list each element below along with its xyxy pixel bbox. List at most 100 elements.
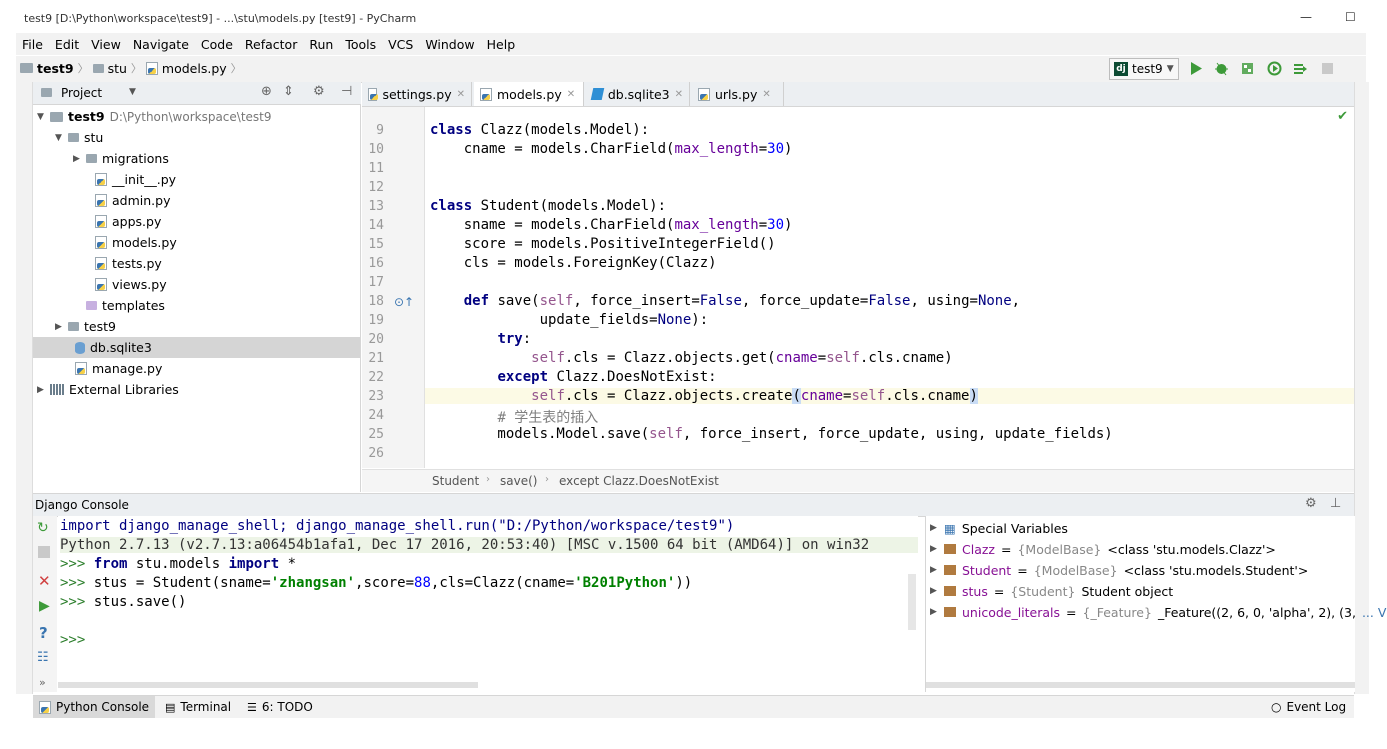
menu-view[interactable]: View [89, 37, 123, 52]
hide-panel-icon[interactable]: ⊣ [341, 84, 352, 99]
vertical-scrollbar[interactable] [908, 574, 916, 630]
tab-urls[interactable]: urls.py ✕ [692, 82, 784, 106]
tab-terminal[interactable]: ▤ Terminal [159, 696, 237, 718]
console-line: >>> from stu.models import * [60, 556, 297, 572]
variables-special[interactable]: ▶ ▦ Special Variables [930, 518, 1068, 538]
tab-label: 6: TODO [261, 700, 313, 714]
menu-refactor[interactable]: Refactor [243, 37, 299, 52]
menu-run[interactable]: Run [307, 37, 335, 52]
override-marker-icon[interactable]: ⊙↑ [394, 295, 414, 309]
tree-item-manage[interactable]: manage.py [75, 358, 162, 379]
chevron-down-icon[interactable]: ▼ [129, 87, 136, 97]
tab-label: urls.py [715, 86, 758, 102]
menu-code[interactable]: Code [199, 37, 235, 52]
python-file-icon [95, 278, 107, 291]
menu-tools[interactable]: Tools [343, 37, 378, 52]
python-file-icon [698, 87, 710, 101]
menu-file[interactable]: File [20, 37, 45, 52]
crumb-method[interactable]: save() [500, 474, 537, 488]
code-editor[interactable]: class Clazz(models.Model): cname = model… [425, 107, 1354, 468]
tree-item-test9[interactable]: ▶ test9 [55, 316, 116, 337]
special-variables-label: Special Variables [961, 520, 1068, 536]
variable-row[interactable]: ▶ unicode_literals = {_Feature} _Feature(… [930, 602, 1387, 622]
close-icon[interactable]: ✕ [567, 89, 575, 100]
crumb-block[interactable]: except Clazz.DoesNotExist [559, 474, 719, 488]
variable-row[interactable]: ▶ Clazz = {ModelBase} <class 'stu.models.… [930, 539, 1276, 559]
help-icon[interactable]: ? [39, 624, 48, 642]
crumb-file[interactable]: models.py [162, 61, 227, 76]
python-file-icon [95, 173, 107, 186]
coverage-icon[interactable] [1240, 61, 1255, 76]
line-number: 19 [368, 313, 384, 328]
inspection-ok-icon[interactable]: ✔ [1337, 109, 1348, 124]
variable-icon [944, 544, 956, 554]
close-icon[interactable]: ✕ [675, 89, 683, 100]
execute-icon[interactable]: ▶ [39, 598, 50, 614]
tab-models[interactable]: models.py ✕ [474, 82, 584, 106]
hide-panel-icon[interactable]: ⊥ [1330, 496, 1341, 511]
menu-navigate[interactable]: Navigate [131, 37, 191, 52]
crumb-package[interactable]: stu [108, 61, 127, 76]
locate-icon[interactable]: ⊕ [261, 84, 272, 99]
project-view-label[interactable]: Project [61, 86, 102, 100]
chevron-right-icon: 〉 [130, 62, 142, 75]
tree-item-admin[interactable]: admin.py [95, 190, 170, 211]
menu-vcs[interactable]: VCS [386, 37, 415, 52]
tree-item-apps[interactable]: apps.py [95, 211, 161, 232]
tree-item-init[interactable]: __init__.py [95, 169, 176, 190]
menu-window[interactable]: Window [423, 37, 476, 52]
tree-root[interactable]: ▼ test9 D:\Python\workspace\test9 [37, 106, 272, 127]
variable-row[interactable]: ▶ Student = {ModelBase} <class 'stu.model… [930, 560, 1308, 580]
horizontal-scrollbar[interactable] [926, 682, 1355, 688]
tree-item-external-libraries[interactable]: ▶ External Libraries [37, 379, 179, 400]
run-icon[interactable] [1188, 61, 1203, 76]
run-configuration-select[interactable]: dj test9 ▼ [1109, 58, 1179, 80]
maximize-button[interactable]: ☐ [1345, 10, 1356, 24]
more-icon[interactable]: » [39, 676, 46, 689]
minimize-button[interactable]: — [1300, 10, 1312, 24]
menu-help[interactable]: Help [485, 37, 518, 52]
variable-row[interactable]: ▶ stus = {Student} Student object [930, 581, 1173, 601]
menu-edit[interactable]: Edit [53, 37, 81, 52]
console-output[interactable]: import django_manage_shell; django_manag… [58, 516, 918, 692]
crumb-class[interactable]: Student [432, 474, 479, 488]
tab-label: models.py [497, 86, 562, 102]
tree-item-stu[interactable]: ▼ stu [55, 127, 103, 148]
tab-todo[interactable]: ☰ 6: TODO [241, 696, 319, 718]
tab-label: db.sqlite3 [607, 86, 670, 102]
horizontal-scrollbar[interactable] [58, 682, 478, 688]
concurrency-icon[interactable] [1293, 61, 1308, 76]
gear-icon[interactable]: ⚙ [313, 84, 325, 99]
folder-icon [86, 301, 97, 310]
crumb-project[interactable]: test9 [37, 61, 74, 76]
code-line: cls = models.ForeignKey(Clazz) [430, 255, 717, 271]
collapse-icon[interactable]: ⇕ [283, 84, 294, 99]
console-input-prompt[interactable]: >>> [60, 632, 85, 648]
tree-item-views[interactable]: views.py [95, 274, 167, 295]
tree-item-tests[interactable]: tests.py [95, 253, 162, 274]
close-icon[interactable]: ✕ [457, 89, 465, 100]
variable-name: unicode_literals [962, 604, 1061, 620]
view-link[interactable]: ... View [1362, 605, 1387, 620]
profile-icon[interactable] [1267, 61, 1282, 76]
console-header: Django Console ⚙ ⊥ [33, 493, 1354, 517]
tree-item-migrations[interactable]: ▶ migrations [73, 148, 169, 169]
folder-icon [68, 322, 79, 331]
close-icon[interactable]: ✕ [38, 572, 51, 590]
debug-icon[interactable] [1214, 61, 1229, 76]
line-number: 26 [368, 446, 384, 461]
stop-icon[interactable] [1320, 61, 1335, 76]
variables-icon[interactable]: ☷ [37, 650, 49, 665]
stop-icon[interactable] [38, 546, 50, 558]
tab-settings[interactable]: settings.py ✕ [362, 82, 472, 106]
gear-icon[interactable]: ⚙ [1305, 496, 1317, 511]
tree-item-models[interactable]: models.py [95, 232, 177, 253]
tree-item-templates[interactable]: templates [73, 295, 165, 316]
tab-python-console[interactable]: Python Console [33, 696, 156, 718]
python-file-icon [480, 87, 492, 101]
tab-db-sqlite3[interactable]: db.sqlite3 ✕ [586, 82, 690, 106]
event-log-button[interactable]: ○ Event Log [1265, 696, 1352, 718]
tree-item-db-sqlite3[interactable]: db.sqlite3 [33, 337, 360, 358]
rerun-icon[interactable]: ↻ [37, 520, 49, 536]
close-icon[interactable]: ✕ [762, 89, 770, 100]
